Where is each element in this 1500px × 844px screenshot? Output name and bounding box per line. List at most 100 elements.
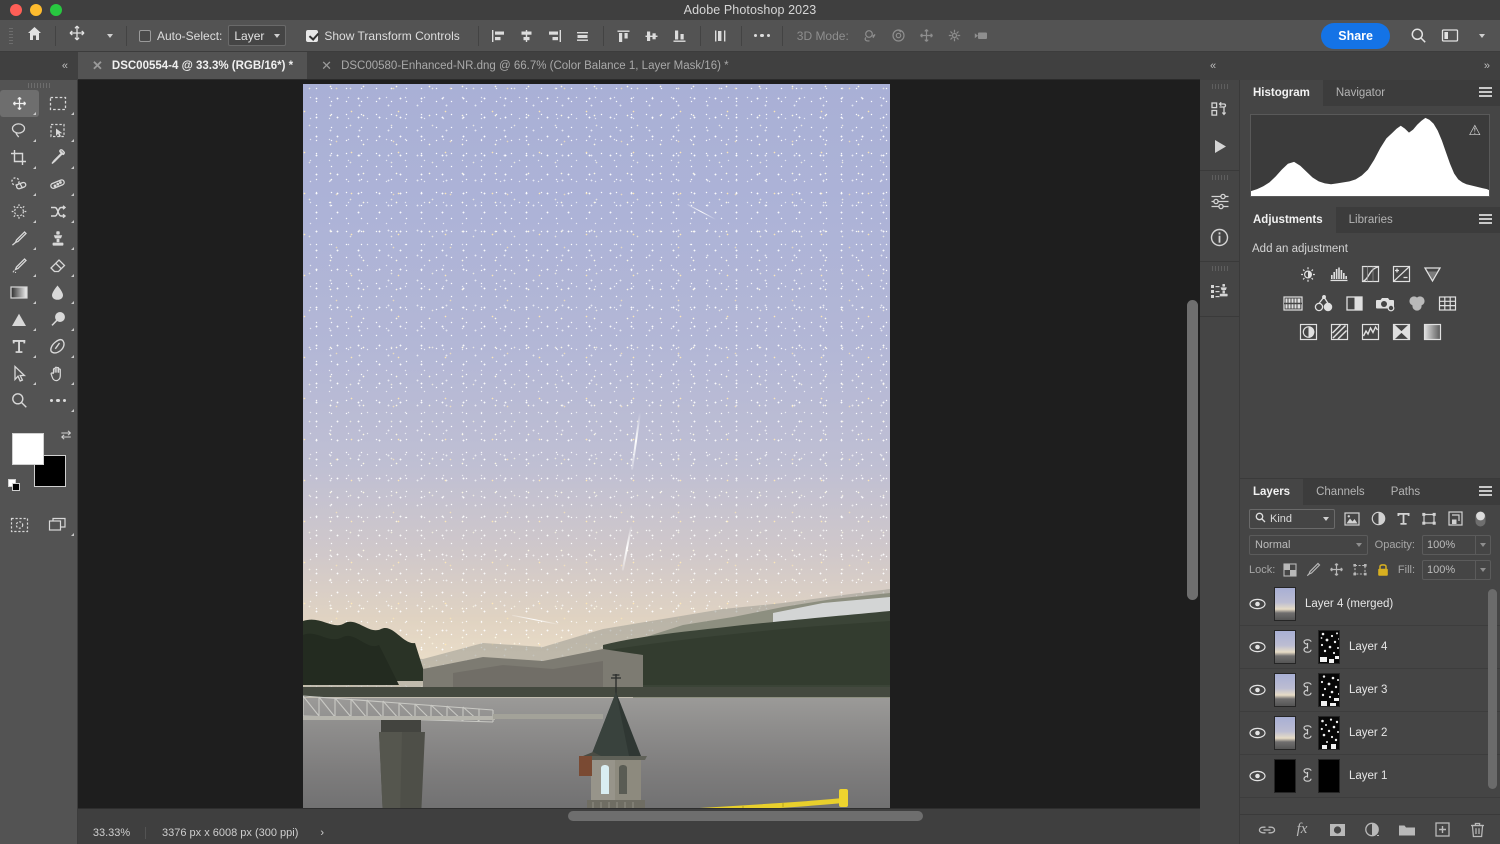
close-icon[interactable]: ✕ (321, 59, 332, 72)
lock-artboard-icon[interactable] (1352, 561, 1368, 579)
layer-name[interactable]: Layer 2 (1349, 727, 1387, 739)
layer-list[interactable]: Layer 4 (merged) (1240, 583, 1500, 811)
new-layer-icon[interactable] (1433, 821, 1451, 839)
table-row[interactable]: Layer 3 (1240, 669, 1500, 712)
toolbox-grip[interactable] (28, 83, 50, 88)
dodge-tool[interactable] (0, 306, 39, 333)
current-tool-button[interactable] (62, 20, 92, 52)
tab-paths[interactable]: Paths (1378, 479, 1433, 505)
canvas-area[interactable] (78, 80, 1200, 822)
link-layers-icon[interactable] (1258, 821, 1276, 839)
search-button[interactable] (1404, 24, 1432, 48)
link-mask-icon[interactable] (1301, 639, 1313, 656)
layer-mask-thumbnail[interactable] (1318, 759, 1340, 793)
clone-stamp-tool[interactable] (39, 225, 78, 252)
hand-tool[interactable] (39, 360, 78, 387)
tab-navigator[interactable]: Navigator (1323, 80, 1398, 106)
object-selection-tool[interactable] (39, 117, 78, 144)
3d-orbit-button[interactable] (857, 24, 885, 48)
document-tab-1[interactable]: ✕ DSC00580-Enhanced-NR.dng @ 66.7% (Colo… (307, 52, 742, 79)
layer-thumbnails[interactable] (1274, 759, 1340, 793)
tool-preset-dropdown[interactable] (92, 24, 120, 48)
blend-mode-dropdown[interactable]: Normal (1249, 535, 1368, 555)
filter-kind-dropdown[interactable]: Kind (1249, 509, 1335, 529)
workspace-button[interactable] (1436, 24, 1464, 48)
invert-icon[interactable] (1298, 322, 1318, 342)
levels-icon[interactable] (1329, 264, 1349, 284)
layer-visibility-toggle[interactable] (1240, 770, 1274, 782)
3d-pan-button[interactable] (913, 24, 941, 48)
panel-menu-icon[interactable] (1479, 87, 1492, 98)
layer-mask-thumbnail[interactable] (1318, 716, 1340, 750)
edit-toolbar-button[interactable] (39, 387, 78, 414)
close-icon[interactable]: ✕ (92, 59, 103, 72)
document-info[interactable]: 3376 px x 6008 px (300 ppi) › (146, 827, 324, 839)
reset-colors-icon[interactable] (8, 479, 21, 497)
show-transform-controls-checkbox[interactable]: Show Transform Controls (300, 20, 465, 52)
layer-thumbnails[interactable] (1274, 716, 1340, 750)
histogram-graph[interactable]: ⚠ (1250, 114, 1490, 197)
layer-thumbnail[interactable] (1274, 716, 1296, 750)
opacity-input[interactable]: 100% (1422, 535, 1476, 555)
fill-input[interactable]: 100% (1422, 560, 1476, 580)
3d-slide-button[interactable] (941, 24, 969, 48)
link-mask-icon[interactable] (1301, 768, 1313, 785)
rail-grip[interactable] (1212, 266, 1228, 271)
exposure-icon[interactable] (1391, 264, 1411, 284)
table-row[interactable]: Layer 2 (1240, 712, 1500, 755)
align-vertical-centers-button[interactable] (638, 24, 666, 48)
swap-colors-icon[interactable]: ⇄ (61, 427, 72, 443)
filter-adjustment-icon[interactable] (1370, 510, 1387, 528)
filter-pixel-icon[interactable] (1344, 510, 1361, 528)
layer-thumbnails[interactable] (1274, 630, 1340, 664)
canvas-horizontal-scrollbar[interactable] (78, 808, 1200, 822)
warning-icon[interactable]: ⚠ (1468, 122, 1481, 139)
foreground-color-swatch[interactable] (12, 433, 44, 465)
history-brush-tool[interactable] (0, 252, 39, 279)
lock-transparent-pixels-icon[interactable] (1282, 561, 1298, 579)
brightness-contrast-icon[interactable] (1298, 264, 1318, 284)
move-tool[interactable] (0, 90, 39, 117)
path-selection-tool[interactable] (0, 360, 39, 387)
tab-channels[interactable]: Channels (1303, 479, 1378, 505)
tab-libraries[interactable]: Libraries (1336, 207, 1406, 233)
lock-position-icon[interactable] (1329, 561, 1345, 579)
align-top-edges-button[interactable] (610, 24, 638, 48)
rail-grip[interactable] (1212, 175, 1228, 180)
layer-mask-thumbnail[interactable] (1318, 673, 1340, 707)
align-horizontal-centers-button[interactable] (513, 24, 541, 48)
new-fill-adjustment-icon[interactable] (1363, 821, 1381, 839)
distribute-vertical-centers-button[interactable] (707, 24, 735, 48)
layer-mask-thumbnail[interactable] (1318, 630, 1340, 664)
pen-tool[interactable] (39, 333, 78, 360)
actions-panel-button[interactable] (1200, 92, 1239, 128)
shuffle-tool[interactable] (39, 198, 78, 225)
healing-brush-tool[interactable] (39, 171, 78, 198)
layer-list-scrollbar[interactable] (1488, 589, 1497, 789)
color-lookup-icon[interactable] (1438, 293, 1458, 313)
selective-color-icon[interactable] (1391, 322, 1411, 342)
workspace-dropdown[interactable] (1464, 24, 1492, 48)
auto-select-target-dropdown[interactable]: Layer (228, 25, 286, 46)
layer-visibility-toggle[interactable] (1240, 641, 1274, 653)
table-row[interactable]: Layer 4 (1240, 626, 1500, 669)
layer-name[interactable]: Layer 4 (1349, 641, 1387, 653)
lock-all-icon[interactable] (1375, 561, 1391, 579)
align-left-edges-button[interactable] (485, 24, 513, 48)
document-tab-0[interactable]: ✕ DSC00554-4 @ 33.3% (RGB/16*) * (78, 52, 307, 79)
table-row[interactable]: Layer 1 (1240, 755, 1500, 798)
filter-shape-icon[interactable] (1421, 510, 1438, 528)
screen-mode-button[interactable] (39, 511, 78, 538)
play-button[interactable] (1200, 128, 1239, 164)
share-button[interactable]: Share (1321, 23, 1390, 49)
more-options-button[interactable] (748, 24, 776, 48)
canvas-vertical-scrollbar[interactable] (1187, 300, 1198, 600)
distribute-horizontally-button[interactable] (569, 24, 597, 48)
document-canvas[interactable] (303, 84, 890, 818)
tab-adjustments[interactable]: Adjustments (1240, 207, 1336, 233)
expand-panels-button[interactable]: » (1484, 60, 1490, 72)
layer-thumbnail[interactable] (1274, 630, 1296, 664)
scroll-thumb[interactable] (568, 811, 923, 821)
align-bottom-edges-button[interactable] (666, 24, 694, 48)
crop-tool[interactable] (0, 144, 39, 171)
